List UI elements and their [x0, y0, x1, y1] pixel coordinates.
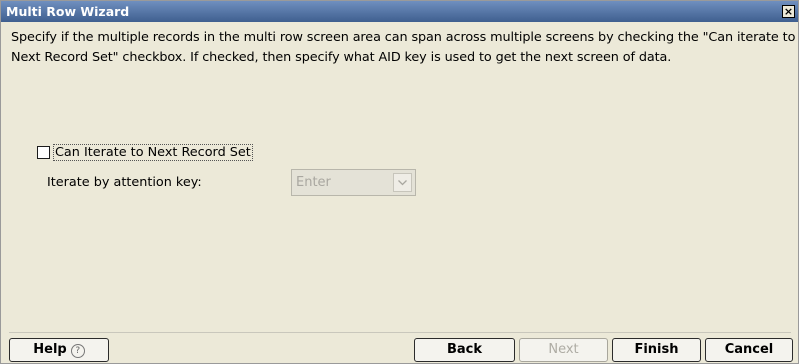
multi-row-wizard-dialog: Multi Row Wizard × Specify if the multip… — [0, 0, 799, 364]
help-button[interactable]: Help? — [9, 338, 109, 362]
chevron-down-icon — [398, 180, 407, 186]
cancel-button[interactable]: Cancel — [705, 338, 793, 362]
next-button-label: Next — [548, 342, 579, 357]
cancel-button-label: Cancel — [724, 342, 774, 357]
finish-button[interactable]: Finish — [612, 338, 701, 362]
iterate-checkbox[interactable] — [37, 146, 50, 159]
help-button-label: Help — [33, 342, 67, 357]
finish-button-label: Finish — [634, 342, 679, 357]
instructions-text: Specify if the multiple records in the m… — [11, 30, 796, 65]
back-button[interactable]: Back — [414, 338, 515, 362]
window-title: Multi Row Wizard — [6, 4, 130, 19]
attention-key-label: Iterate by attention key: — [47, 175, 202, 190]
dropdown-arrow-button[interactable] — [393, 173, 412, 192]
close-icon: × — [783, 5, 794, 18]
iterate-checkbox-label[interactable]: Can Iterate to Next Record Set — [53, 144, 253, 161]
help-icon: ? — [70, 344, 85, 358]
back-button-label: Back — [446, 342, 483, 357]
title-bar[interactable]: Multi Row Wizard × — [1, 1, 798, 22]
next-button[interactable]: Next — [519, 338, 608, 362]
attention-key-value: Enter — [296, 175, 331, 190]
attention-key-dropdown[interactable]: Enter — [291, 169, 416, 196]
close-button[interactable]: × — [782, 5, 795, 18]
panel-divider — [9, 332, 791, 333]
